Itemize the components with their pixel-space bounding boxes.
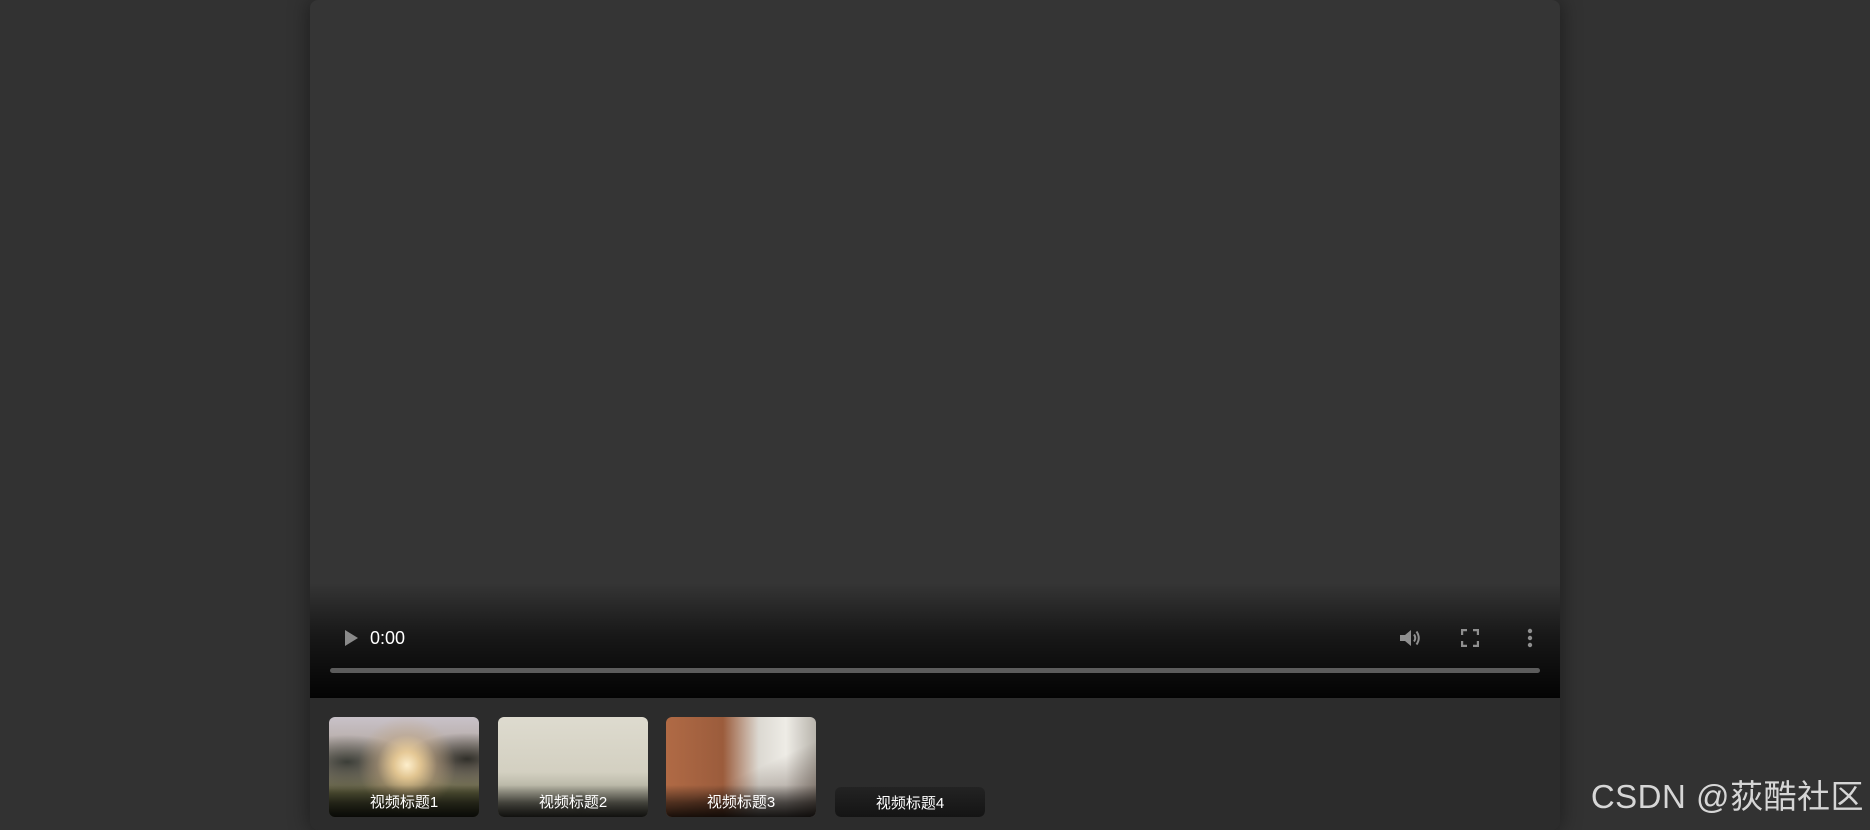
volume-button[interactable] xyxy=(1393,622,1427,654)
playlist-item-3[interactable]: 视频标题3 xyxy=(666,717,816,817)
volume-icon xyxy=(1400,630,1420,646)
fullscreen-icon xyxy=(1461,629,1479,647)
playlist-item-4[interactable]: 视频标题4 xyxy=(835,717,985,817)
thumbnail-title: 视频标题1 xyxy=(329,785,479,817)
play-button[interactable] xyxy=(332,623,370,653)
video-player[interactable]: 0:00 xyxy=(310,0,1560,698)
fullscreen-button[interactable] xyxy=(1453,622,1487,654)
page: 0:00 视频标题1 视频标题2 视频标题3 视频标题4 CSDN @荻酷社区 xyxy=(0,0,1870,830)
more-vertical-icon xyxy=(1527,628,1533,648)
progress-bar[interactable] xyxy=(330,668,1540,673)
playlist-item-2[interactable]: 视频标题2 xyxy=(498,717,648,817)
thumbnail-title: 视频标题4 xyxy=(835,787,985,817)
more-options-button[interactable] xyxy=(1513,622,1547,654)
play-icon xyxy=(345,630,358,646)
thumbnail-title: 视频标题2 xyxy=(498,785,648,817)
current-time: 0:00 xyxy=(370,628,406,648)
playlist-item-1[interactable]: 视频标题1 xyxy=(329,717,479,817)
player-container: 0:00 视频标题1 视频标题2 视频标题3 视频标题4 xyxy=(310,0,1560,830)
controls-overlay xyxy=(310,583,1560,698)
watermark: CSDN @荻酷社区 xyxy=(1590,778,1864,815)
thumbnail-title: 视频标题3 xyxy=(666,785,816,817)
